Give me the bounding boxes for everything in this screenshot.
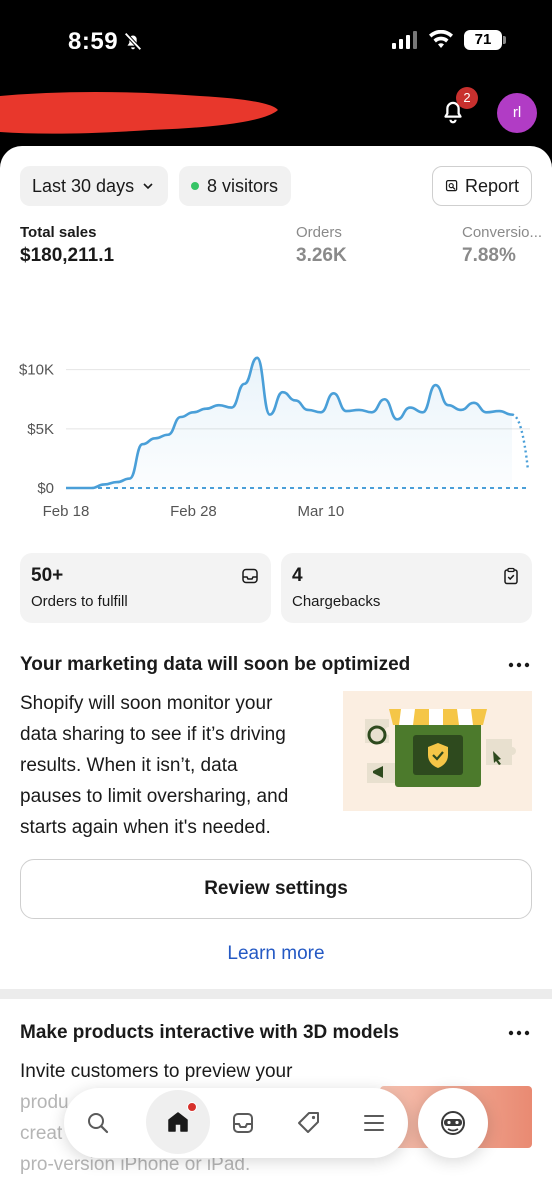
metric-label: Total sales [20,224,97,241]
nav-menu[interactable] [350,1099,398,1147]
x-tick-label: Mar 10 [298,503,345,520]
sidekick-icon [441,1111,465,1135]
clipboard-check-icon [504,567,518,585]
report-button[interactable]: Report [432,166,532,206]
status-time: 8:59 [68,28,119,55]
chargebacks-card[interactable]: 4 Chargebacks [281,553,532,623]
date-range-selector[interactable]: Last 30 days [20,166,168,206]
more-options-icon[interactable] [508,1028,530,1038]
metric-value: 7.88% [462,245,516,266]
notification-count-badge: 2 [456,87,478,109]
bottom-navigation [64,1088,408,1158]
metric-value: 3.26K [296,245,347,266]
nav-orders[interactable] [219,1099,267,1147]
live-visitors-pill[interactable]: 8 visitors [179,166,291,206]
cellular-signal-icon [392,31,417,49]
review-settings-button[interactable]: Review settings [20,859,532,919]
metric-conversion[interactable]: Conversio... 7.88% [462,224,542,267]
models-card-title: Make products interactive with 3D models [20,1022,400,1043]
description-line: results. When it isn’t, data [20,755,238,776]
description-line: starts again when it's needed. [20,817,271,838]
description-line: Shopify will soon monitor your [20,693,273,714]
sales-line-chart: $10K $5K $0 Feb 18 Feb 28 Mar 10 [19,356,530,520]
chevron-down-icon [143,183,153,190]
y-tick-label: $10K [19,362,54,379]
wifi-icon [429,30,453,48]
marketing-card-title: Your marketing data will soon be optimiz… [20,654,411,675]
visitors-label: 8 visitors [207,175,279,196]
menu-icon [364,1115,384,1131]
learn-more-link[interactable]: Learn more [0,943,552,965]
metric-orders[interactable]: Orders 3.26K [296,224,347,267]
metric-label: Orders [296,224,342,241]
search-icon [88,1113,109,1134]
battery-indicator: 71 [464,30,506,50]
nav-products[interactable] [285,1099,333,1147]
report-search-icon [445,179,458,192]
chargebacks-label: Chargebacks [292,593,381,610]
home-content: Last 30 days 8 visitors Report Total sal… [0,146,552,1200]
y-tick-label: $5K [27,421,54,438]
date-range-label: Last 30 days [32,175,135,196]
user-avatar[interactable]: rl [497,93,537,133]
inbox-icon [233,1113,253,1133]
x-tick-label: Feb 18 [43,503,90,520]
report-label: Report [464,175,519,196]
more-options-icon[interactable] [508,660,530,670]
app-header: 2 rl [0,84,552,154]
marketing-description: Shopify will soon monitor your data shar… [20,688,330,843]
description-line: data sharing to see if it’s driving [20,724,286,745]
redacted-store-name [0,92,278,134]
metric-label: Conversio... [462,224,543,241]
description-line: Invite customers to preview your [20,1061,293,1082]
metric-total-sales[interactable]: Total sales $180,211.1 [20,224,114,267]
sales-area-fill [66,357,512,488]
metric-value: $180,211.1 [20,245,115,266]
sales-projection-line [511,413,530,471]
section-divider [0,989,552,999]
home-icon [168,1112,188,1132]
sidekick-assistant-button[interactable] [418,1088,488,1158]
orders-to-fulfill-card[interactable]: 50+ Orders to fulfill [20,553,271,623]
live-status-dot [191,182,199,190]
status-bar: 8:59 71 [0,0,552,84]
silent-mode-icon [124,32,142,51]
y-tick-label: $0 [37,480,54,497]
orders-to-fulfill-count: 50+ [31,565,64,586]
orders-to-fulfill-label: Orders to fulfill [31,593,128,610]
inbox-icon [242,568,258,584]
tag-icon [298,1112,319,1133]
chargebacks-count: 4 [292,565,303,586]
nav-search[interactable] [74,1099,122,1147]
description-line: pauses to limit oversharing, and [20,786,289,807]
home-alert-dot [187,1102,197,1112]
nav-home[interactable] [146,1090,210,1154]
marketing-shop-illustration [343,691,532,811]
x-tick-label: Feb 28 [170,503,217,520]
